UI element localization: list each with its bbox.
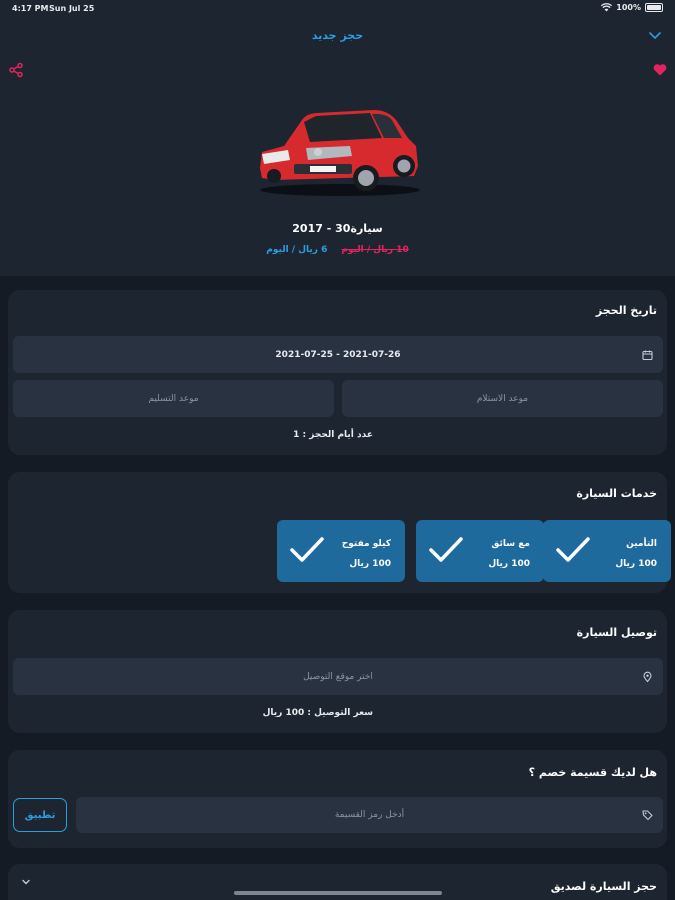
service-insurance[interactable]: التأمين 100 ريال — [543, 520, 671, 582]
service-name: التأمين — [626, 539, 657, 549]
status-date: Sun Jul 25 — [49, 4, 95, 13]
service-price: 100 ريال — [349, 559, 391, 569]
page-title: حجز جديد — [311, 29, 364, 42]
service-driver[interactable]: مع سائق 100 ريال — [416, 520, 544, 582]
services-title: خدمات السيارة — [576, 487, 657, 500]
service-name: كيلو مفتوح — [341, 539, 391, 549]
wifi-icon — [601, 3, 613, 12]
pickup-time-placeholder: موعد الاستلام — [476, 393, 529, 404]
delivery-time-placeholder: موعد التسليم — [148, 393, 199, 404]
status-time: 4:17 PM — [12, 4, 49, 13]
nav-bar: حجز جديد — [0, 18, 675, 54]
coupon-card: هل لديك قسيمة خصم ؟ أدخل رمز القسيمة تطب… — [8, 750, 667, 848]
old-price: 10 ريال / اليوم — [341, 245, 409, 255]
heart-icon[interactable] — [653, 63, 667, 76]
delivery-price: سعر التوصيل : 100 ريال — [262, 708, 373, 718]
service-price: 100 ريال — [615, 559, 657, 569]
pickup-time-field[interactable]: موعد الاستلام — [342, 380, 663, 417]
service-name: مع سائق — [491, 539, 530, 549]
delivery-location-placeholder: اختر موقع التوصيل — [303, 671, 373, 682]
car-hero: سيارة30 - 2017 10 ريال / اليوم 6 ريال / … — [0, 54, 675, 276]
booking-days-count: عدد أيام الحجز : 1 — [293, 430, 373, 440]
battery-icon — [645, 3, 663, 12]
coupon-title: هل لديك قسيمة خصم ؟ — [528, 766, 657, 779]
booking-date-title: تاريخ الحجز — [595, 304, 657, 317]
friend-booking-title: حجز السيارة لصديق — [550, 880, 657, 893]
date-range-value: 2021-07-25 - 2021-07-26 — [275, 349, 401, 360]
check-icon — [290, 537, 324, 562]
delivery-time-field[interactable]: موعد التسليم — [13, 380, 334, 417]
delivery-card: توصيل السيارة اختر موقع التوصيل سعر التو… — [8, 610, 667, 733]
status-right: 100% — [601, 3, 663, 12]
car-prices: 10 ريال / اليوم 6 ريال / اليوم — [0, 245, 675, 255]
coupon-code-field[interactable]: أدخل رمز القسيمة — [76, 797, 663, 833]
car-image — [260, 110, 420, 196]
home-indicator — [234, 891, 442, 895]
services-card: خدمات السيارة التأمين 100 ريال مع سائق 1… — [8, 472, 671, 593]
apply-coupon-button[interactable]: تطبيق — [13, 798, 67, 832]
service-open-km[interactable]: كيلو مفتوح 100 ريال — [277, 520, 405, 582]
check-icon — [429, 537, 463, 562]
date-range-field[interactable]: 2021-07-25 - 2021-07-26 — [13, 336, 663, 373]
coupon-code-placeholder: أدخل رمز القسيمة — [334, 810, 405, 820]
chevron-down-icon[interactable] — [20, 876, 32, 888]
delivery-title: توصيل السيارة — [576, 626, 657, 639]
chevron-down-icon[interactable] — [647, 27, 663, 43]
delivery-location-field[interactable]: اختر موقع التوصيل — [13, 658, 663, 695]
battery-percent: 100% — [616, 3, 641, 12]
car-title: سيارة30 - 2017 — [292, 222, 383, 235]
check-icon — [556, 537, 590, 562]
status-bar: 4:17 PM Sun Jul 25 100% — [0, 0, 675, 18]
new-price: 6 ريال / اليوم — [266, 245, 328, 255]
service-price: 100 ريال — [488, 559, 530, 569]
share-icon[interactable] — [8, 62, 24, 78]
booking-date-card: تاريخ الحجز 2021-07-25 - 2021-07-26 موعد… — [8, 290, 667, 455]
